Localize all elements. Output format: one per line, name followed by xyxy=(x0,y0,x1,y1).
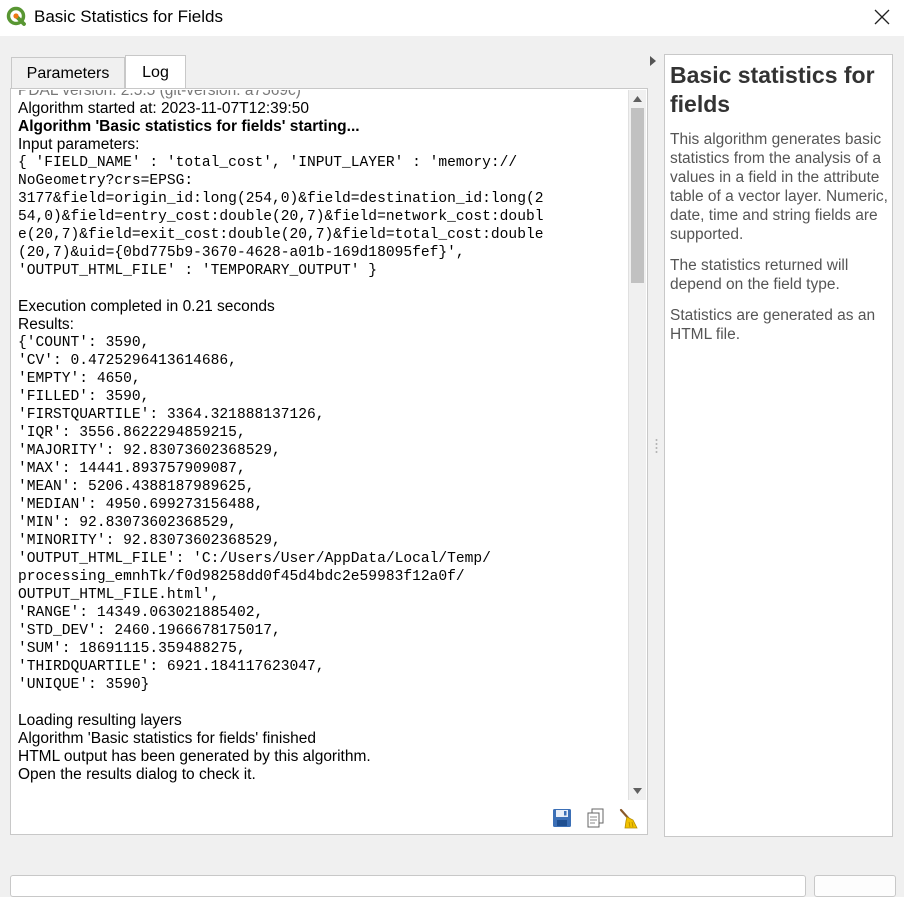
log-line: 'RANGE': 14349.063021885402, xyxy=(18,605,264,621)
log-line: Execution completed in 0.21 seconds xyxy=(18,298,275,315)
log-line: Algorithm 'Basic statistics for fields' … xyxy=(18,730,316,747)
log-line: 'CV': 0.4725296413614686, xyxy=(18,353,237,369)
window-title: Basic Statistics for Fields xyxy=(34,7,223,26)
log-toolbar xyxy=(551,805,647,833)
log-line: Algorithm 'Basic statistics for fields' … xyxy=(18,118,360,135)
log-line: Loading resulting layers xyxy=(18,712,182,729)
log-line: OUTPUT_HTML_FILE.html', xyxy=(18,587,220,603)
log-line: Results: xyxy=(18,316,74,333)
log-line: 'EMPTY': 4650, xyxy=(18,371,141,387)
help-paragraph: The statistics returned will depend on t… xyxy=(670,257,849,293)
log-line: NoGeometry?crs=EPSG: xyxy=(18,173,194,189)
log-line: Input parameters: xyxy=(18,136,140,153)
log-line: 'OUTPUT_HTML_FILE': 'C:/Users/User/AppDa… xyxy=(18,551,491,567)
log-line: 'STD_DEV': 2460.1966678175017, xyxy=(18,623,281,639)
arrow-up-icon xyxy=(633,96,642,102)
log-line: {'COUNT': 3590, xyxy=(18,335,150,351)
title-bar: Basic Statistics for Fields xyxy=(0,0,904,36)
log-line: 'MEAN': 5206.4388187989625, xyxy=(18,479,255,495)
log-line: PDAL version: 2.5.5 (git-version: a7569c… xyxy=(18,90,301,99)
help-paragraph: This algorithm generates basic statistic… xyxy=(670,131,888,243)
help-paragraph: Statistics are generated as an HTML file… xyxy=(670,307,876,343)
log-line: processing_emnhTk/f0d98258dd0f45d4bdc2e5… xyxy=(18,569,465,585)
save-log-button[interactable] xyxy=(551,807,575,831)
log-line: 'SUM': 18691115.359488275, xyxy=(18,641,246,657)
log-line: Open the results dialog to check it. xyxy=(18,766,256,783)
log-line: HTML output has been generated by this a… xyxy=(18,748,371,765)
copy-log-button[interactable] xyxy=(585,807,609,831)
log-line: { 'FIELD_NAME' : 'total_cost', 'INPUT_LA… xyxy=(18,155,518,171)
copy-log-icon xyxy=(587,808,604,828)
log-line: 'MAX': 14441.893757909087, xyxy=(18,461,246,477)
tab-parameters[interactable]: Parameters xyxy=(11,57,125,89)
qgis-logo-icon xyxy=(6,6,26,26)
log-line: 'MEDIAN': 4950.699273156488, xyxy=(18,497,264,513)
close-icon xyxy=(874,9,890,25)
log-content: PDAL version: 2.5.5 (git-version: a7569c… xyxy=(18,90,626,784)
arrow-down-icon xyxy=(633,788,642,794)
log-tab-pane: PDAL version: 2.5.5 (git-version: a7569c… xyxy=(10,88,648,835)
algorithm-help-panel: Basic statistics for fields This algorit… xyxy=(664,54,893,837)
log-line: 'FILLED': 3590, xyxy=(18,389,150,405)
log-text-view[interactable]: PDAL version: 2.5.5 (git-version: a7569c… xyxy=(12,90,629,800)
help-title: Basic statistics for fields xyxy=(670,62,875,117)
log-line: 'THIRDQUARTILE': 6921.184117623047, xyxy=(18,659,325,675)
scroll-down-button[interactable] xyxy=(629,782,646,800)
log-scrollbar[interactable] xyxy=(628,90,646,800)
log-line: 'FIRSTQUARTILE': 3364.321888137126, xyxy=(18,407,325,423)
tab-parameters-label: Parameters xyxy=(26,64,110,82)
clear-log-icon xyxy=(619,808,638,829)
tab-log-label: Log xyxy=(142,63,169,81)
close-button[interactable] xyxy=(860,0,904,34)
log-line: 3177&field=origin_id:long(254,0)&field=d… xyxy=(18,191,544,207)
log-line: 'IQR': 3556.8622294859215, xyxy=(18,425,246,441)
log-line: 'MIN': 92.83073602368529, xyxy=(18,515,237,531)
tab-log[interactable]: Log xyxy=(125,55,186,89)
collapse-help-arrow-icon[interactable] xyxy=(650,56,656,66)
progress-bar xyxy=(10,875,806,897)
splitter-handle[interactable] xyxy=(655,438,658,454)
log-line: 54,0)&field=entry_cost:double(20,7)&fiel… xyxy=(18,209,544,225)
log-line: (20,7)&uid={0bd775b9-3670-4628-a01b-169d… xyxy=(18,245,465,261)
log-line: 'MINORITY': 92.83073602368529, xyxy=(18,533,281,549)
log-line: e(20,7)&field=exit_cost:double(20,7)&fie… xyxy=(18,227,544,243)
clear-log-button[interactable] xyxy=(617,807,641,831)
save-log-icon xyxy=(553,809,571,827)
scroll-up-button[interactable] xyxy=(629,90,646,108)
log-line: Algorithm started at: 2023-11-07T12:39:5… xyxy=(18,100,309,117)
log-line: 'OUTPUT_HTML_FILE' : 'TEMPORARY_OUTPUT' … xyxy=(18,263,378,279)
log-line: 'UNIQUE': 3590} xyxy=(18,677,150,693)
log-line: 'MAJORITY': 92.83073602368529, xyxy=(18,443,281,459)
scroll-thumb[interactable] xyxy=(631,108,644,283)
cancel-button[interactable] xyxy=(814,875,896,897)
